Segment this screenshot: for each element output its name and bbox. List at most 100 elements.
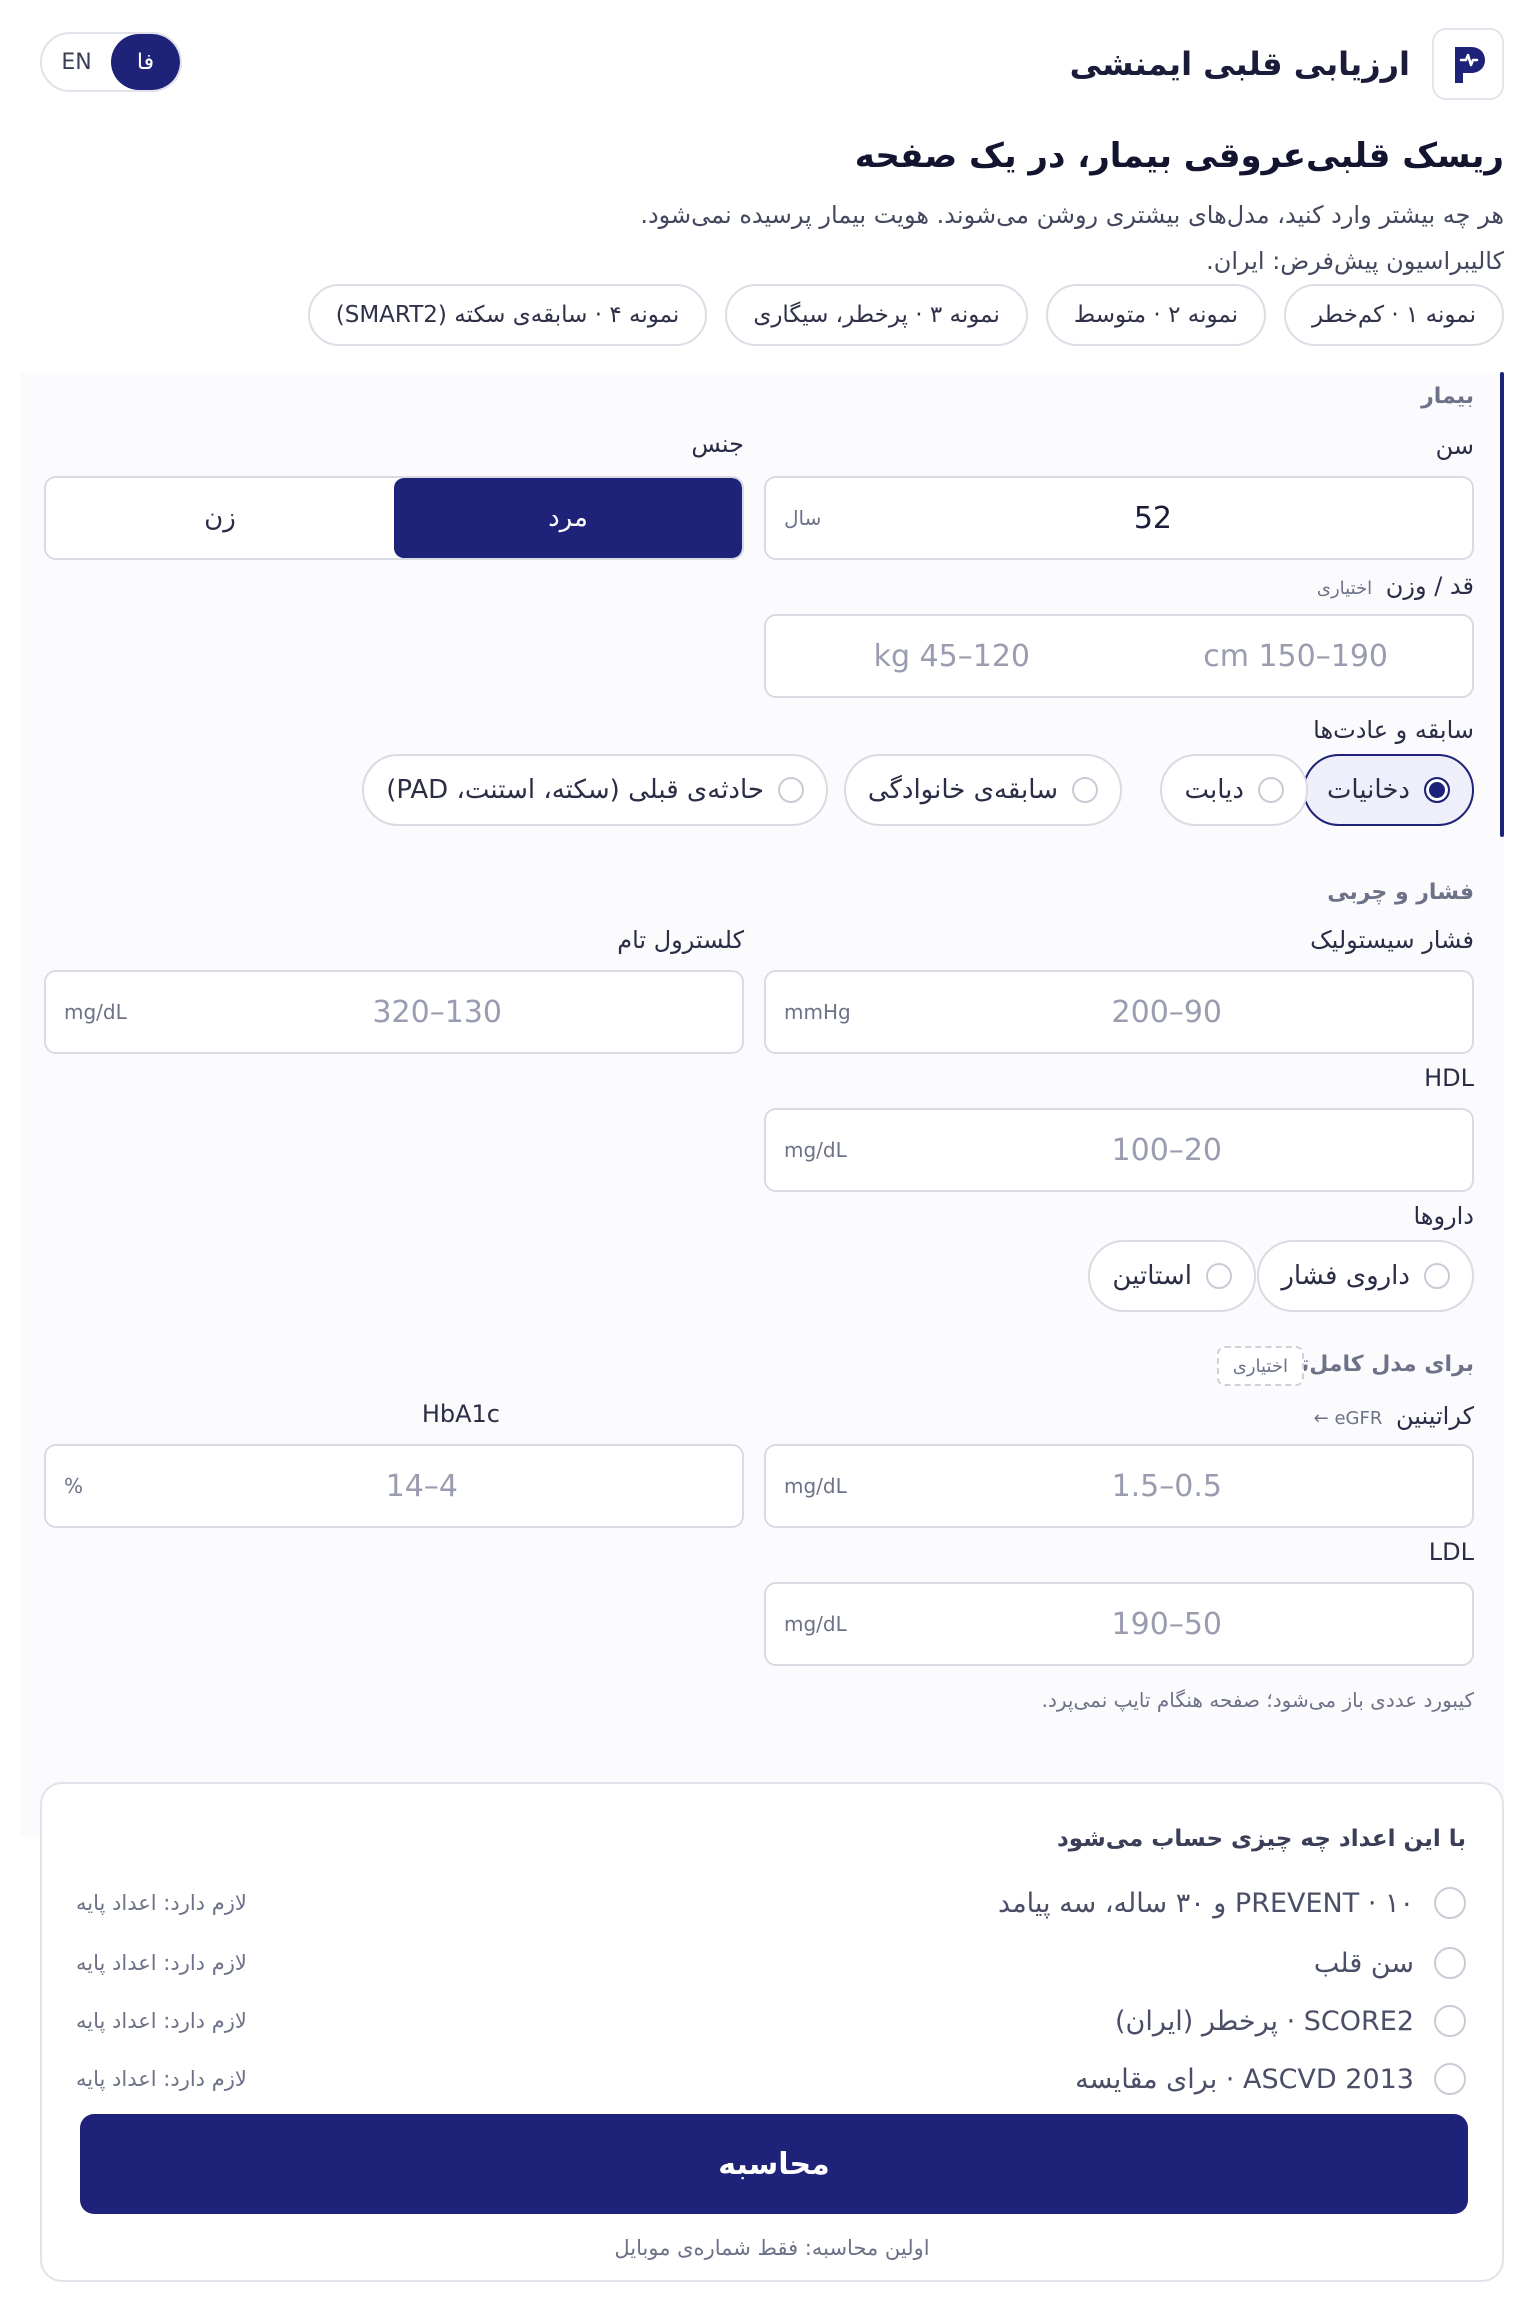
cholesterol-label: کلسترول تام: [617, 926, 744, 954]
sbp-label: فشار سیستولیک: [1310, 926, 1474, 954]
sex-female-option[interactable]: زن: [46, 478, 394, 558]
sample-chip-3[interactable]: نمونه ۳ · پرخطر، سیگاری: [725, 284, 1028, 346]
sample-chip-4[interactable]: نمونه ۴ · سابقه‌ی سکته (SMART2): [307, 284, 708, 346]
model-prevent-req: لازم دارد: اعداد پایه: [76, 1891, 247, 1915]
bp-med-radio: [1424, 1263, 1450, 1289]
height-weight-label: قد / وزن اختیاری: [1317, 572, 1474, 600]
med-bp-label: داروی فشار: [1281, 1261, 1410, 1291]
sex-toggle[interactable]: مرد زن: [44, 476, 744, 560]
hba1c-field[interactable]: 4–14 %: [44, 1444, 744, 1528]
med-bp-toggle[interactable]: داروی فشار: [1257, 1240, 1474, 1312]
top-bar: ارزیابی قلبی ایمنشی EN فا: [0, 0, 1520, 120]
section-accent-bar: [1500, 372, 1504, 837]
history-diabetes-toggle[interactable]: دیابت: [1160, 754, 1308, 826]
sample-chip-1[interactable]: نمونه ۱ · کم‌خطر: [1284, 284, 1504, 346]
calc-footnote: اولین محاسبه: فقط شماره‌ی موبایل: [614, 2236, 930, 2260]
family-history-radio: [1072, 777, 1098, 803]
history-family-toggle[interactable]: سابقه‌ی خانوادگی: [843, 754, 1122, 826]
history-smoking-toggle[interactable]: دخانیات: [1302, 754, 1474, 826]
creatinine-placeholder: 0.5–1.5: [1111, 1468, 1222, 1504]
sample-chip-2[interactable]: نمونه ۲ · متوسط: [1045, 284, 1267, 346]
model-row-score2: SCORE2 · پرخطر (ایران) لازم دارد: اعداد …: [76, 1996, 1466, 2046]
creatinine-unit: mg/dL: [784, 1474, 847, 1498]
ldl-field[interactable]: 50–190 mg/dL: [764, 1582, 1474, 1666]
height-weight-field[interactable]: cm 150–190 kg 45–120: [764, 614, 1474, 698]
model-heart-age-radio[interactable]: [1434, 1947, 1466, 1979]
age-label: سن: [1435, 432, 1474, 460]
cholesterol-placeholder: 130–320: [372, 994, 502, 1030]
language-toggle[interactable]: EN فا: [40, 32, 182, 92]
diabetes-radio: [1258, 777, 1284, 803]
prior-event-radio: [778, 777, 804, 803]
calculation-card: با این اعداد چه چیزی حساب می‌شود PREVENT…: [40, 1782, 1504, 2282]
model-row-prevent: PREVENT · ۱۰ و ۳۰ ساله، سه پیامد لازم دا…: [76, 1878, 1466, 1928]
creatinine-label: کراتینین eGFR ←: [1314, 1402, 1474, 1430]
sex-male-option[interactable]: مرد: [394, 478, 742, 558]
hba1c-placeholder: 4–14: [385, 1468, 458, 1504]
optional-badge: اختیاری: [1216, 1346, 1304, 1386]
model-heart-age-req: لازم دارد: اعداد پایه: [76, 1951, 247, 1975]
creatinine-field[interactable]: 0.5–1.5 mg/dL: [764, 1444, 1474, 1528]
smoking-radio: [1424, 777, 1450, 803]
brand: ارزیابی قلبی ایمنشی: [1070, 28, 1504, 100]
model-score2-req: لازم دارد: اعداد پایه: [76, 2009, 247, 2033]
model-ascvd-req: لازم دارد: اعداد پایه: [76, 2067, 247, 2091]
ldl-unit: mg/dL: [784, 1612, 847, 1636]
hba1c-unit: %: [64, 1474, 84, 1498]
model-row-ascvd: ASCVD 2013 · برای مقایسه لازم دارد: اعدا…: [76, 2054, 1466, 2104]
calc-title: با این اعداد چه چیزی حساب می‌شود: [1056, 1826, 1466, 1852]
model-score2-radio[interactable]: [1434, 2005, 1466, 2037]
sex-label: جنس: [691, 430, 744, 458]
sbp-field[interactable]: 90–200 mmHg: [764, 970, 1474, 1054]
app-title: ارزیابی قلبی ایمنشی: [1069, 45, 1410, 83]
model-score2-name: SCORE2 · پرخطر (ایران): [1114, 2005, 1414, 2037]
keyboard-note: کیبورد عددی باز می‌شود؛ صفحه هنگام تایپ …: [1041, 1688, 1474, 1712]
history-smoking-label: دخانیات: [1326, 775, 1410, 805]
page-description: هر چه بیشتر وارد کنید، مدل‌های بیشتری رو…: [640, 201, 1504, 275]
calculate-button[interactable]: محاسبه: [80, 2114, 1468, 2214]
age-unit: سال: [784, 506, 822, 530]
ldl-label: LDL: [1428, 1538, 1474, 1566]
sample-chips: نمونه ۱ · کم‌خطر نمونه ۲ · متوسط نمونه ۳…: [307, 284, 1504, 346]
creatinine-label-text: کراتینین: [1395, 1402, 1474, 1430]
cholesterol-field[interactable]: 130–320 mg/dL: [44, 970, 744, 1054]
med-statin-label: استاتین: [1112, 1261, 1192, 1291]
lang-en-option[interactable]: EN: [42, 34, 111, 90]
age-field[interactable]: 52 سال: [764, 476, 1474, 560]
hdl-label: HDL: [1424, 1064, 1474, 1092]
section-patient: بیمار: [1421, 384, 1474, 409]
history-diabetes-label: دیابت: [1184, 775, 1244, 805]
ldl-placeholder: 50–190: [1111, 1606, 1222, 1642]
sbp-placeholder: 90–200: [1111, 994, 1222, 1030]
section-pressure: فشار و چربی: [1327, 880, 1474, 905]
heart-pulse-logo-icon: [1455, 47, 1485, 83]
history-prior-event-label: حادثه‌ی قبلی (سکته، استنت، PAD): [386, 775, 764, 805]
page-heading: ریسک قلبی‌عروقی بیمار، در یک صفحه: [854, 136, 1504, 176]
age-value: 52: [1133, 500, 1172, 536]
model-ascvd-radio[interactable]: [1434, 2063, 1466, 2095]
height-weight-label-text: قد / وزن: [1385, 572, 1474, 600]
app-logo: [1432, 28, 1504, 100]
hdl-unit: mg/dL: [784, 1138, 847, 1162]
egfr-hint: eGFR ←: [1313, 1408, 1383, 1429]
optional-hint: اختیاری: [1316, 578, 1373, 599]
history-label: سابقه و عادت‌ها: [1313, 716, 1474, 744]
model-row-heart-age: سن قلب لازم دارد: اعداد پایه: [76, 1938, 1466, 1988]
form-area: بیمار سن جنس 52 سال مرد زن قد / وزن اختی…: [20, 372, 1504, 1837]
med-statin-toggle[interactable]: استاتین: [1088, 1240, 1256, 1312]
meds-label: داروها: [1413, 1202, 1474, 1230]
hero: ریسک قلبی‌عروقی بیمار، در یک صفحه هر چه …: [24, 130, 1504, 284]
lang-fa-option[interactable]: فا: [111, 34, 180, 90]
section-advanced: برای مدل کامل‌تر: [1287, 1352, 1474, 1377]
height-placeholder: cm 150–190: [1203, 638, 1388, 674]
hdl-field[interactable]: 20–100 mg/dL: [764, 1108, 1474, 1192]
model-ascvd-name: ASCVD 2013 · برای مقایسه: [1075, 2063, 1414, 2095]
model-heart-age-name: سن قلب: [1313, 1947, 1414, 1979]
statin-radio: [1206, 1263, 1232, 1289]
model-prevent-radio[interactable]: [1434, 1887, 1466, 1919]
history-prior-event-toggle[interactable]: حادثه‌ی قبلی (سکته، استنت، PAD): [362, 754, 828, 826]
sbp-unit: mmHg: [784, 1000, 851, 1024]
model-prevent-name: PREVENT · ۱۰ و ۳۰ ساله، سه پیامد: [998, 1887, 1414, 1919]
cholesterol-unit: mg/dL: [64, 1000, 127, 1024]
weight-placeholder: kg 45–120: [873, 638, 1030, 674]
